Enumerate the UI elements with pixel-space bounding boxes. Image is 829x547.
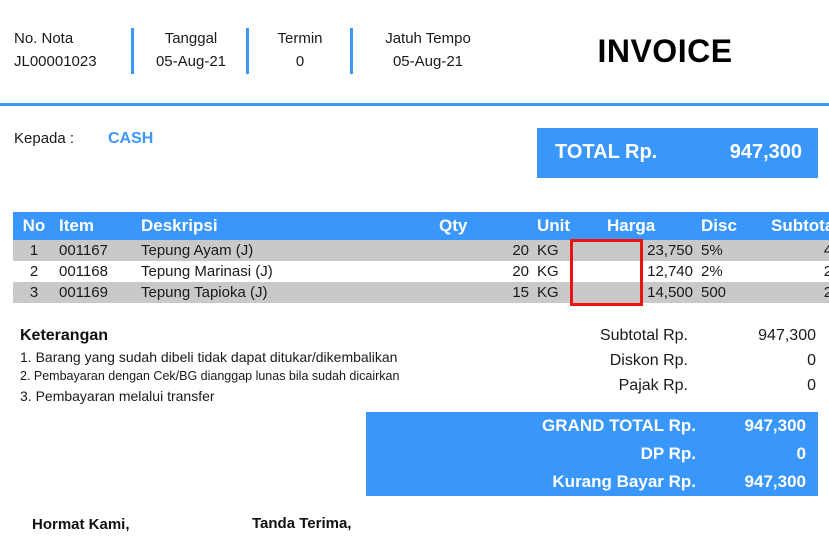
column-header-item: Item (55, 212, 137, 240)
cell-disc: 2% (697, 261, 767, 282)
meta-field-tanggal: Tanggal 05-Aug-21 (140, 28, 242, 74)
cell-qty: 15 (435, 282, 533, 303)
cell-qty: 20 (435, 261, 533, 282)
summary-label: Subtotal Rp. (599, 327, 688, 344)
invoice-header: No. Nota JL00001023 Tanggal 05-Aug-21 Te… (0, 0, 829, 106)
cell-subtotal: 254,800 (767, 261, 829, 282)
summary-value: 0 (807, 352, 816, 369)
cell-no: 2 (13, 261, 55, 282)
meta-value-termin: 0 (295, 53, 305, 70)
customer-label: Kepada : (14, 130, 75, 147)
signature-hormat-kami: Hormat Kami, (32, 516, 130, 533)
cell-unit: KG (533, 261, 603, 282)
cell-subtotal: 475,000 (767, 240, 829, 261)
cell-no: 1 (13, 240, 55, 261)
table-header-row: No Item Deskripsi Qty Unit Harga Disc Su… (13, 212, 829, 240)
column-header-subtotal: Subtotal (767, 212, 829, 240)
cell-unit: KG (533, 282, 603, 303)
keterangan-line: 1. Barang yang sudah dibeli tidak dapat … (20, 349, 398, 365)
header-divider (246, 28, 249, 74)
kurang-bayar-row: Kurang Bayar Rp. 947,300 (366, 468, 818, 496)
grand-total-row: GRAND TOTAL Rp. 947,300 (366, 412, 818, 440)
cell-no: 3 (13, 282, 55, 303)
meta-value-no-nota: JL00001023 (14, 53, 97, 70)
cell-subtotal: 217,500 (767, 282, 829, 303)
table-row: 1 001167 Tepung Ayam (J) 20 KG 23,750 5%… (13, 240, 829, 261)
dp-label: DP Rp. (640, 444, 696, 463)
summary-row-subtotal: Subtotal Rp. 947,300 (500, 327, 818, 352)
total-banner-label: TOTAL Rp. (555, 141, 658, 163)
column-header-no: No (13, 212, 55, 240)
column-header-harga: Harga (603, 212, 697, 240)
column-header-deskripsi: Deskripsi (137, 212, 435, 240)
summary-label: Diskon Rp. (609, 352, 688, 369)
meta-field-termin: Termin 0 (252, 28, 348, 74)
table-row: 2 001168 Tepung Marinasi (J) 20 KG 12,74… (13, 261, 829, 282)
summary-label: Pajak Rp. (618, 377, 688, 394)
header-divider (131, 28, 134, 74)
signature-tanda-terima: Tanda Terima, (252, 515, 352, 532)
cell-deskripsi: Tepung Tapioka (J) (137, 282, 435, 303)
summary-value: 0 (807, 377, 816, 394)
column-header-unit: Unit (533, 212, 603, 240)
cell-qty: 20 (435, 240, 533, 261)
cell-harga: 23,750 (603, 240, 697, 261)
grand-total-value: 947,300 (744, 416, 806, 435)
summary-section: Subtotal Rp. 947,300 Diskon Rp. 0 Pajak … (500, 327, 818, 402)
summary-value: 947,300 (758, 327, 816, 344)
cell-item: 001167 (55, 240, 137, 261)
meta-label-termin: Termin (277, 30, 323, 47)
line-items-table: No Item Deskripsi Qty Unit Harga Disc Su… (13, 212, 829, 303)
dp-value: 0 (796, 444, 806, 463)
meta-field-no-nota: No. Nota JL00001023 (14, 28, 124, 74)
meta-label-tanggal: Tanggal (164, 30, 218, 47)
meta-field-jatuh-tempo: Jatuh Tempo 05-Aug-21 (358, 28, 498, 74)
cell-item: 001168 (55, 261, 137, 282)
cell-unit: KG (533, 240, 603, 261)
grand-total-label: GRAND TOTAL Rp. (542, 416, 696, 435)
column-header-disc: Disc (697, 212, 767, 240)
summary-row-pajak: Pajak Rp. 0 (500, 377, 818, 402)
grand-total-block: GRAND TOTAL Rp. 947,300 DP Rp. 0 Kurang … (366, 412, 818, 496)
cell-disc: 500 (697, 282, 767, 303)
cell-item: 001169 (55, 282, 137, 303)
keterangan-line: 3. Pembayaran melalui transfer (20, 388, 215, 404)
page-title: INVOICE (597, 33, 733, 69)
kurang-bayar-value: 947,300 (744, 472, 806, 491)
cell-disc: 5% (697, 240, 767, 261)
summary-row-diskon: Diskon Rp. 0 (500, 352, 818, 377)
dp-row: DP Rp. 0 (366, 440, 818, 468)
column-header-qty: Qty (435, 212, 533, 240)
kurang-bayar-label: Kurang Bayar Rp. (552, 472, 696, 491)
header-divider (350, 28, 353, 74)
total-banner: TOTAL Rp. 947,300 (537, 128, 818, 178)
cell-deskripsi: Tepung Ayam (J) (137, 240, 435, 261)
cell-harga: 12,740 (603, 261, 697, 282)
meta-value-jatuh-tempo: 05-Aug-21 (392, 53, 464, 70)
cell-harga: 14,500 (603, 282, 697, 303)
table-row: 3 001169 Tepung Tapioka (J) 15 KG 14,500… (13, 282, 829, 303)
keterangan-title: Keterangan (20, 327, 109, 344)
meta-label-no-nota: No. Nota (14, 30, 74, 47)
meta-value-tanggal: 05-Aug-21 (155, 53, 227, 70)
keterangan-section: Keterangan 1. Barang yang sudah dibeli t… (20, 325, 490, 406)
cell-deskripsi: Tepung Marinasi (J) (137, 261, 435, 282)
meta-label-jatuh-tempo: Jatuh Tempo (385, 30, 471, 47)
total-banner-value: 947,300 (729, 141, 802, 163)
customer-name: CASH (108, 130, 154, 147)
keterangan-line: 2. Pembayaran dengan Cek/BG dianggap lun… (20, 369, 400, 383)
